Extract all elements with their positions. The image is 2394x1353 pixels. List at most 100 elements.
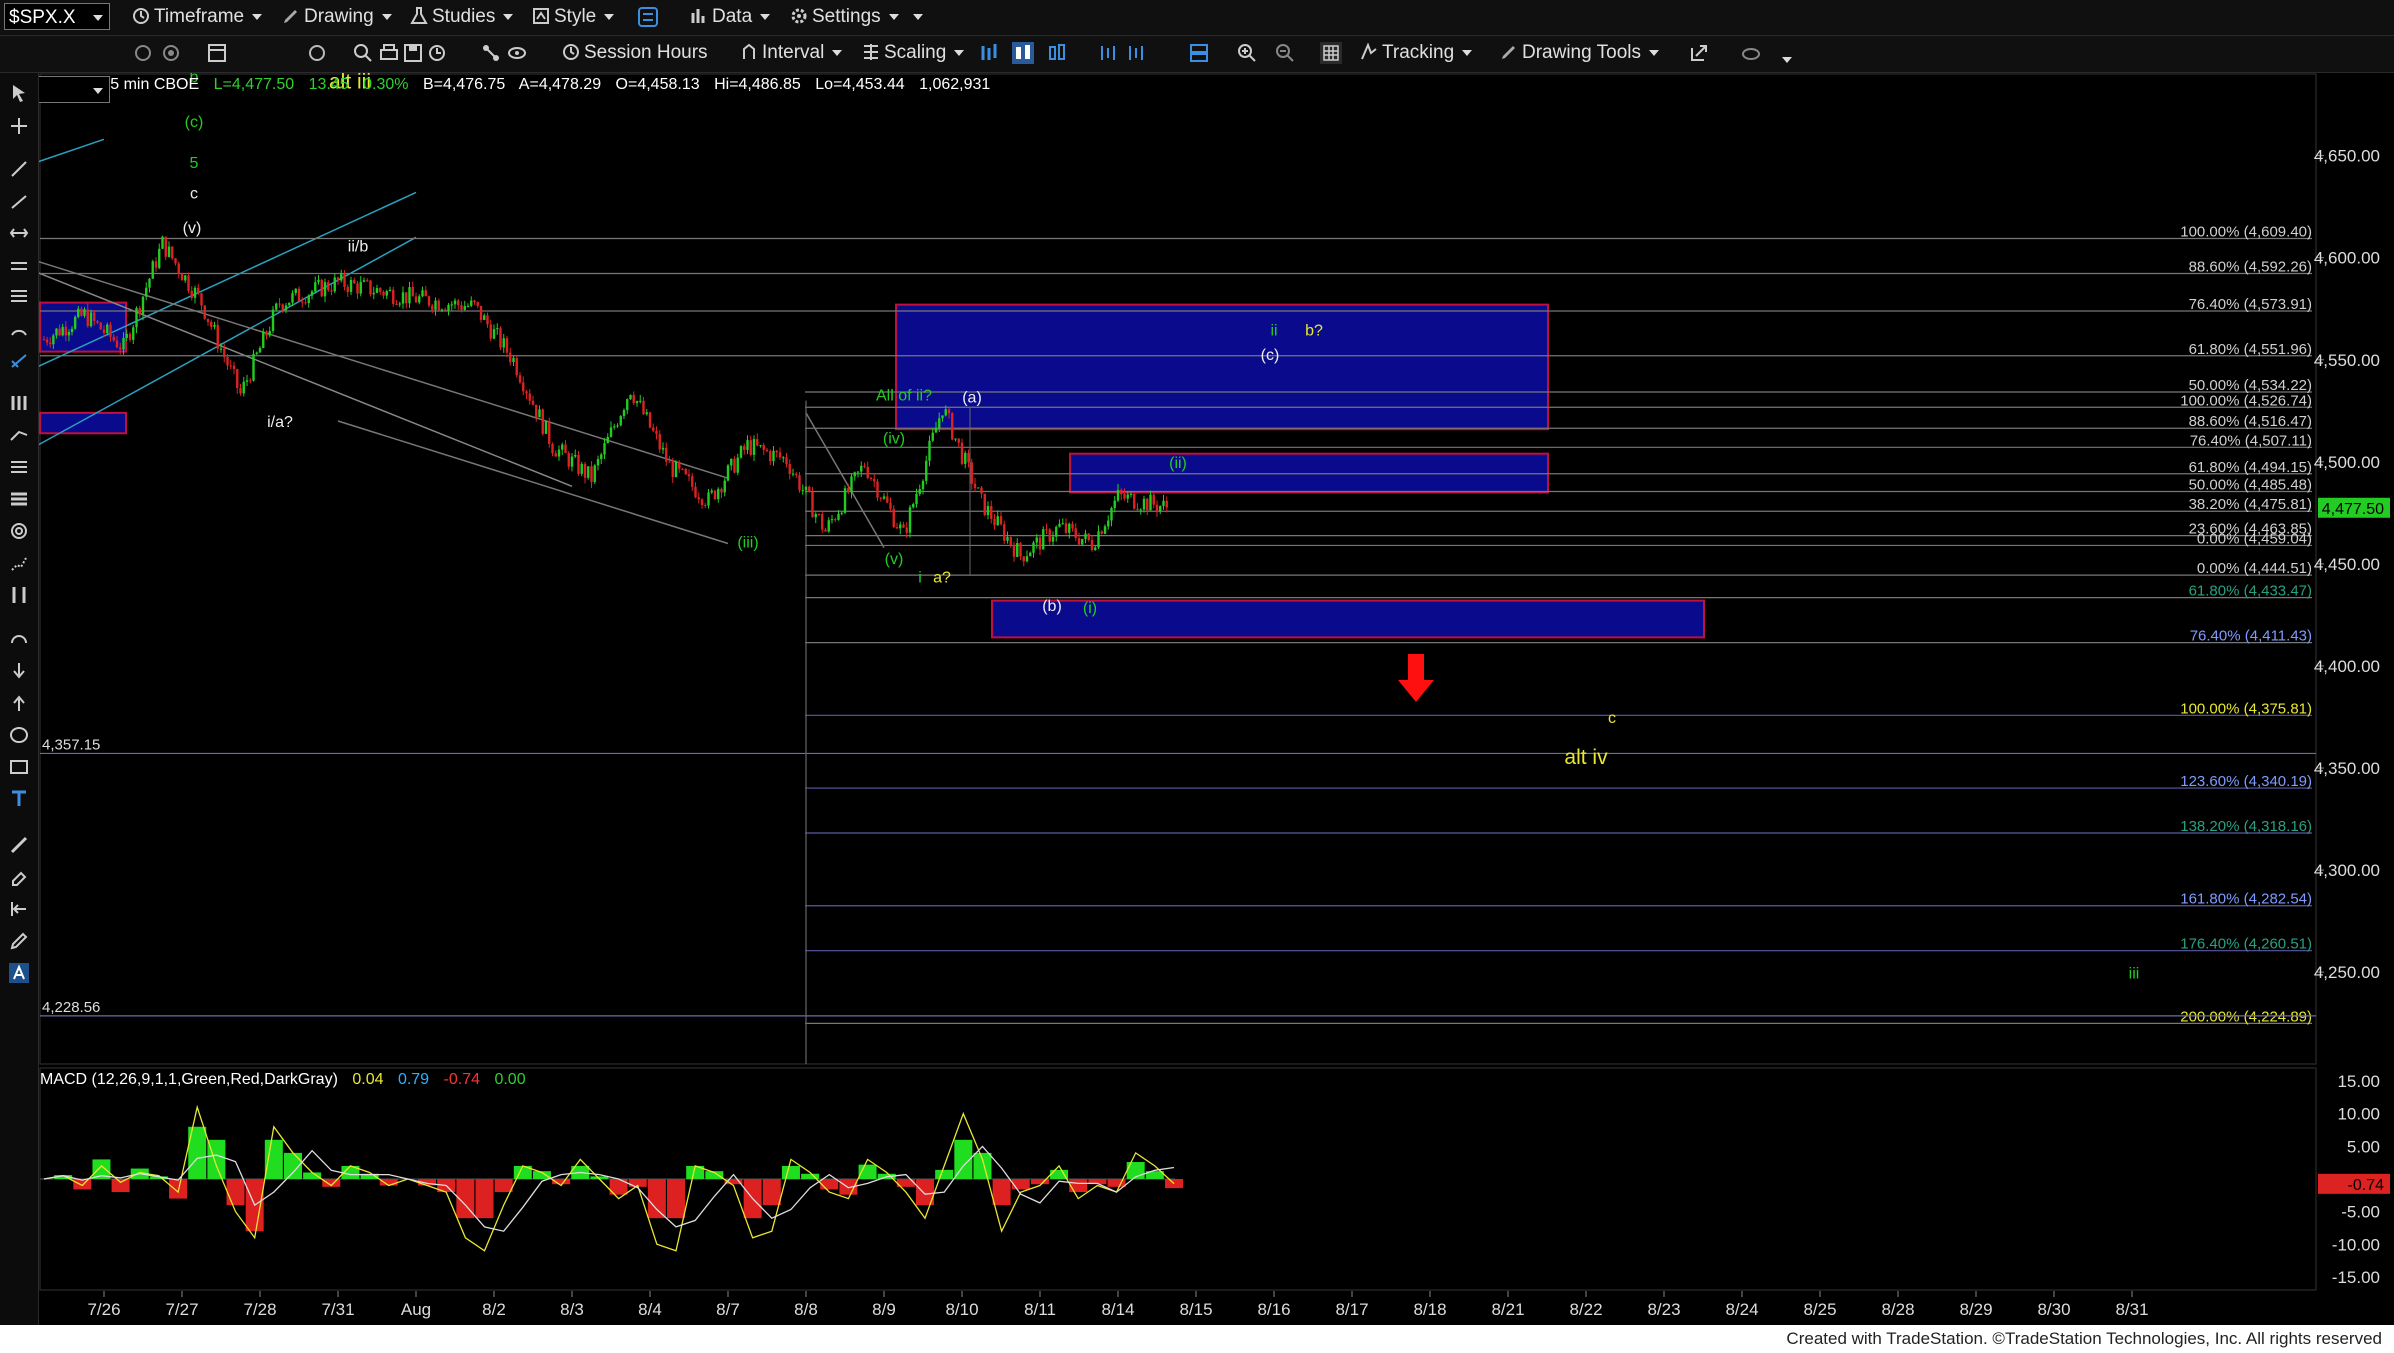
rectangle-icon[interactable]	[9, 757, 29, 777]
cycle-icon[interactable]	[306, 42, 328, 64]
candle-body	[1090, 540, 1094, 551]
drawing-tools-menu[interactable]: Drawing Tools	[1500, 41, 1659, 65]
price-chart[interactable]: 100.00% (4,609.40) 88.60% (4,592.26) 76.40…	[0, 0, 2394, 1353]
wave-label: i	[918, 569, 922, 586]
candle-body	[947, 409, 951, 414]
macd-histogram-bar	[494, 1179, 513, 1193]
network-icon[interactable]	[480, 42, 502, 64]
candle-body	[847, 488, 850, 493]
horizontal-line-icon[interactable]	[9, 223, 29, 243]
eye-icon[interactable]	[506, 42, 528, 64]
gann-icon[interactable]	[9, 521, 29, 541]
fib-label: 176.40% (4,260.51)	[2180, 936, 2312, 953]
channel-icon[interactable]	[9, 255, 29, 275]
fib-icon[interactable]	[9, 287, 29, 307]
candle-body	[401, 292, 405, 304]
symbol-box[interactable]: $SPX.X	[4, 3, 110, 30]
candle-body	[466, 305, 470, 307]
bars-icon[interactable]	[9, 393, 29, 413]
pitchfork-icon[interactable]	[9, 351, 29, 371]
ruler-icon[interactable]	[9, 835, 29, 855]
candle-body	[42, 339, 46, 341]
annotation-icon[interactable]	[9, 963, 29, 983]
tracking-menu[interactable]: Tracking	[1360, 41, 1473, 65]
fib-label: 76.40% (4,411.43)	[2190, 628, 2312, 645]
arrow-down-icon[interactable]	[9, 661, 29, 681]
snap-left-icon[interactable]	[9, 899, 29, 919]
scroll-left-icon[interactable]	[1098, 42, 1120, 64]
scaling-menu[interactable]: Scaling	[862, 41, 965, 65]
chevron-down-icon[interactable]	[1782, 57, 1792, 63]
x-tick-label: 8/18	[1413, 1300, 1446, 1319]
arc-tool-icon[interactable]	[9, 629, 29, 649]
candle-body	[203, 305, 206, 319]
zoom-out-icon[interactable]	[1274, 42, 1296, 64]
search-icon[interactable]	[352, 42, 374, 64]
drawing-menu[interactable]: Drawing	[282, 5, 392, 29]
candle-body	[791, 473, 795, 475]
session-hours-button[interactable]: Session Hours	[562, 41, 708, 65]
brush-icon[interactable]	[9, 931, 29, 951]
x-tick-label: 8/17	[1335, 1300, 1368, 1319]
candle-body	[317, 279, 320, 283]
scroll-right-icon[interactable]	[1126, 42, 1148, 64]
price-axis[interactable]: 4,650.00 4,600.00 4,550.00 4,500.00 4,450.00…	[2314, 147, 2390, 982]
arc-icon[interactable]	[9, 319, 29, 339]
layout-icon[interactable]	[1188, 42, 1210, 64]
candle-body	[1038, 537, 1042, 550]
timeframe-menu[interactable]: Timeframe	[132, 5, 263, 29]
candle-body	[622, 410, 626, 417]
settings-menu[interactable]: Settings	[790, 5, 923, 29]
studies-menu[interactable]: Studies	[410, 5, 514, 29]
candle-body	[678, 461, 681, 469]
candle-body	[132, 327, 135, 340]
candle-body	[645, 412, 648, 415]
external-link-icon[interactable]	[1688, 42, 1710, 64]
dots-icon[interactable]	[9, 553, 29, 573]
candle-body	[297, 288, 301, 302]
ellipse-icon[interactable]	[9, 725, 29, 745]
trendline-icon[interactable]	[9, 159, 29, 179]
fib-label: 76.40% (4,573.91)	[2189, 296, 2312, 313]
candle-body	[245, 380, 249, 382]
crosshair-icon[interactable]	[9, 116, 29, 136]
target-zones	[39, 301, 1705, 639]
clock-icon	[563, 44, 579, 60]
grid-icon[interactable]	[1320, 42, 1342, 64]
print-icon[interactable]	[378, 42, 400, 64]
cycle-lines-icon[interactable]	[9, 585, 29, 605]
data-menu[interactable]: Data	[690, 5, 771, 29]
chevron-down-icon	[832, 50, 843, 56]
hollow-candle-icon[interactable]	[1046, 42, 1068, 64]
bar-style-icon[interactable]	[978, 42, 1000, 64]
eraser-icon[interactable]	[9, 867, 29, 887]
candle-body	[232, 365, 236, 370]
text-icon[interactable]	[9, 789, 29, 809]
candle-body	[749, 440, 752, 455]
candle-body	[944, 409, 947, 416]
cloud-icon[interactable]	[1740, 42, 1762, 64]
regression-icon[interactable]	[9, 425, 29, 445]
interval-menu[interactable]: Interval	[740, 41, 843, 65]
candle-body	[541, 409, 544, 434]
candle-body	[460, 305, 463, 310]
chevron-down-icon	[604, 14, 615, 20]
history-icon[interactable]	[426, 42, 448, 64]
candle-style-icon[interactable]	[1012, 42, 1034, 64]
refresh-icon[interactable]	[132, 42, 154, 64]
refresh-all-icon[interactable]	[160, 42, 182, 64]
link-icon[interactable]	[637, 6, 659, 28]
zoom-in-icon[interactable]	[1236, 42, 1258, 64]
speed-lines-icon[interactable]	[9, 457, 29, 477]
pointer-icon[interactable]	[9, 83, 29, 103]
style-menu[interactable]: Style	[532, 5, 615, 29]
candle-body	[661, 447, 665, 450]
arrow-up-icon[interactable]	[9, 693, 29, 713]
candle-body	[629, 394, 632, 400]
window-icon[interactable]	[206, 42, 228, 64]
ray-icon[interactable]	[9, 191, 29, 211]
save-icon[interactable]	[402, 42, 424, 64]
text-lines-icon[interactable]	[9, 489, 29, 509]
candle-body	[843, 488, 847, 513]
date-axis[interactable]: 7/26 7/27 7/28 7/31 Aug 8/2 8/3 8/4 8/7 8/8 8/9 8/1…	[87, 1291, 2149, 1319]
